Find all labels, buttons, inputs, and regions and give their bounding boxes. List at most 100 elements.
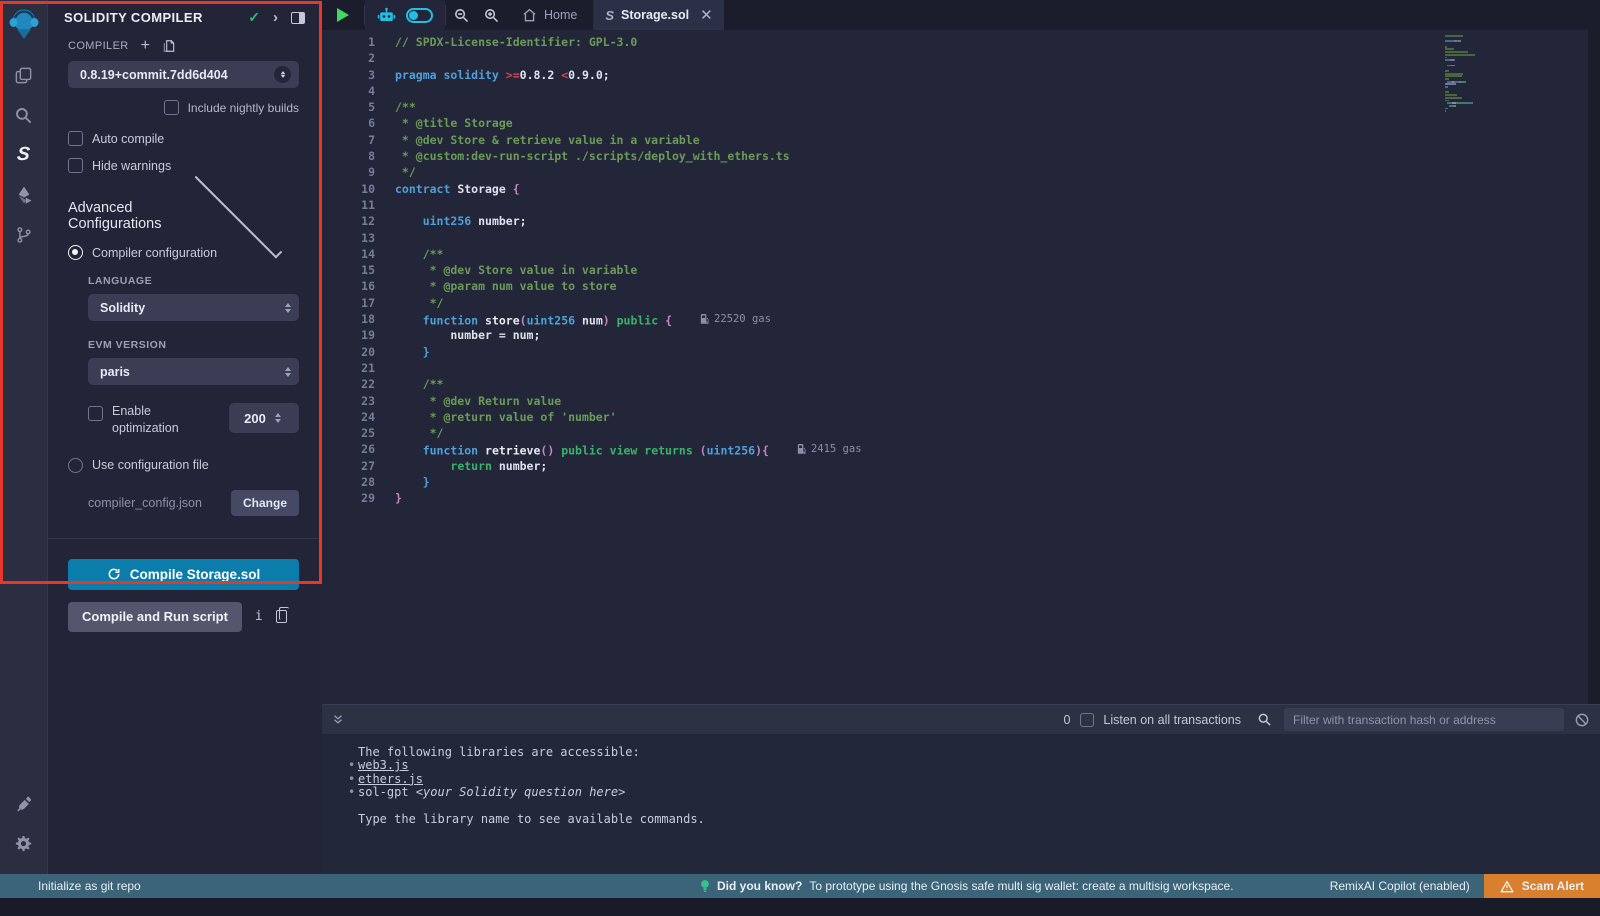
pin-panel-chevron-icon[interactable]: › bbox=[273, 10, 278, 25]
editor-scrollbar[interactable] bbox=[1588, 30, 1600, 704]
search-icon[interactable] bbox=[0, 95, 48, 135]
run-script-play-button[interactable] bbox=[322, 0, 364, 30]
code-line[interactable]: 9 */ bbox=[322, 164, 1588, 180]
terminal-link-line[interactable]: •web3.js bbox=[358, 759, 1600, 772]
copilot-status: RemixAI Copilot (enabled) bbox=[1330, 879, 1470, 893]
collapse-terminal-icon[interactable] bbox=[332, 713, 344, 726]
tab-home[interactable]: Home bbox=[506, 0, 594, 30]
code-line[interactable]: 3pragma solidity >=0.8.2 <0.9.0; bbox=[322, 67, 1588, 83]
copy-icon[interactable] bbox=[276, 610, 287, 623]
code-line[interactable]: 14 /** bbox=[322, 246, 1588, 262]
git-init-button[interactable]: Initialize as git repo bbox=[38, 879, 141, 893]
hide-warnings-checkbox[interactable] bbox=[68, 158, 83, 173]
use-configuration-file-radio[interactable] bbox=[68, 458, 83, 473]
info-icon[interactable]: i bbox=[255, 609, 263, 624]
layout-panel-icon[interactable] bbox=[291, 12, 305, 24]
code-line[interactable]: 7 * @dev Store & retrieve value in a var… bbox=[322, 132, 1588, 148]
code-line[interactable]: 10contract Storage { bbox=[322, 181, 1588, 197]
terminal-header: 0 Listen on all transactions bbox=[322, 705, 1600, 734]
copilot-robot-icon[interactable] bbox=[377, 7, 396, 24]
git-icon[interactable] bbox=[0, 215, 48, 255]
enable-optimization-label: Enable optimization bbox=[112, 403, 204, 437]
code-editor[interactable]: 1// SPDX-License-Identifier: GPL-3.023pr… bbox=[322, 30, 1588, 704]
transaction-count-badge: 0 bbox=[1063, 713, 1070, 727]
code-line[interactable]: 15 * @dev Store value in variable bbox=[322, 262, 1588, 278]
code-lines: 1// SPDX-License-Identifier: GPL-3.023pr… bbox=[322, 34, 1588, 507]
deploy-run-icon[interactable] bbox=[0, 175, 48, 215]
copilot-toggle[interactable] bbox=[406, 8, 433, 23]
code-line[interactable]: 2 bbox=[322, 50, 1588, 66]
compile-success-check-icon: ✓ bbox=[248, 9, 260, 26]
code-line[interactable]: 19 number = num; bbox=[322, 327, 1588, 343]
language-label: LANGUAGE bbox=[88, 275, 299, 287]
add-compiler-icon[interactable]: + bbox=[141, 38, 150, 54]
plugin-manager-icon[interactable] bbox=[0, 784, 48, 824]
code-line[interactable]: 27 return number; bbox=[322, 458, 1588, 474]
use-configuration-file-label: Use configuration file bbox=[92, 458, 209, 472]
panel-title: SOLIDITY COMPILER bbox=[64, 10, 248, 25]
evm-stepper-icon bbox=[285, 367, 291, 377]
settings-gear-icon[interactable] bbox=[0, 824, 48, 864]
minimap[interactable] bbox=[1445, 35, 1533, 113]
code-line[interactable]: 12 uint256 number; bbox=[322, 213, 1588, 229]
active-plugin-indicator bbox=[0, 142, 3, 168]
enable-optimization-checkbox[interactable] bbox=[88, 406, 103, 421]
open-compiler-file-icon[interactable] bbox=[162, 39, 176, 53]
zoom-in-icon[interactable] bbox=[476, 0, 506, 30]
terminal-text-line: •sol-gpt <your Solidity question here> bbox=[358, 786, 1600, 799]
remix-logo-icon[interactable] bbox=[6, 5, 42, 43]
editor-region: Home S Storage.sol ✕ 1// SPDX-License-Id… bbox=[322, 0, 1600, 704]
terminal-prompt[interactable]: > bbox=[294, 841, 1600, 855]
editor-topbar: Home S Storage.sol ✕ bbox=[322, 0, 1600, 30]
compile-and-run-button[interactable]: Compile and Run script bbox=[68, 602, 242, 632]
runs-stepper-icon[interactable] bbox=[275, 413, 281, 423]
code-line[interactable]: 23 * @dev Return value bbox=[322, 393, 1588, 409]
change-config-button[interactable]: Change bbox=[231, 490, 299, 516]
code-line[interactable]: 4 bbox=[322, 83, 1588, 99]
compile-button[interactable]: Compile Storage.sol bbox=[68, 559, 299, 590]
compiler-configuration-radio[interactable] bbox=[68, 245, 83, 260]
lightbulb-icon bbox=[700, 879, 710, 894]
code-line[interactable]: 25 */ bbox=[322, 425, 1588, 441]
code-line[interactable]: 17 */ bbox=[322, 295, 1588, 311]
solidity-compiler-icon[interactable]: S bbox=[0, 135, 48, 175]
file-explorer-icon[interactable] bbox=[0, 55, 48, 95]
optimization-runs-input[interactable] bbox=[235, 411, 275, 426]
zoom-out-icon[interactable] bbox=[446, 0, 476, 30]
transaction-filter-input[interactable] bbox=[1284, 708, 1564, 731]
code-line[interactable]: 1// SPDX-License-Identifier: GPL-3.0 bbox=[322, 34, 1588, 50]
listen-transactions-checkbox[interactable] bbox=[1080, 713, 1094, 727]
compiler-version-select[interactable]: 0.8.19+commit.7dd6d404 bbox=[68, 61, 299, 88]
language-select[interactable]: Solidity bbox=[88, 294, 299, 321]
code-line[interactable]: 29} bbox=[322, 490, 1588, 506]
auto-compile-checkbox[interactable] bbox=[68, 131, 83, 146]
code-line[interactable]: 18 function store(uint256 num) public {2… bbox=[322, 311, 1588, 327]
evm-version-select[interactable]: paris bbox=[88, 358, 299, 385]
terminal-link-line[interactable]: •ethers.js bbox=[358, 773, 1600, 786]
nightly-builds-label: Include nightly builds bbox=[188, 101, 299, 115]
code-line[interactable]: 13 bbox=[322, 230, 1588, 246]
code-line[interactable]: 24 * @return value of 'number' bbox=[322, 409, 1588, 425]
code-line[interactable]: 8 * @custom:dev-run-script ./scripts/dep… bbox=[322, 148, 1588, 164]
nightly-builds-checkbox[interactable] bbox=[164, 100, 179, 115]
terminal-text-line bbox=[358, 800, 1600, 813]
code-line[interactable]: 11 bbox=[322, 197, 1588, 213]
terminal-search-icon[interactable] bbox=[1257, 712, 1272, 727]
advanced-configurations-toggle[interactable]: Advanced Configurations bbox=[68, 200, 299, 232]
close-tab-icon[interactable]: ✕ bbox=[700, 6, 713, 24]
code-line[interactable]: 22 /** bbox=[322, 376, 1588, 392]
code-line[interactable]: 20 } bbox=[322, 344, 1588, 360]
scam-alert-badge[interactable]: Scam Alert bbox=[1484, 874, 1600, 898]
code-line[interactable]: 28 } bbox=[322, 474, 1588, 490]
evm-version-label: EVM VERSION bbox=[88, 339, 299, 351]
tab-storage-sol[interactable]: S Storage.sol ✕ bbox=[594, 0, 723, 30]
remix-ide-window: S SOLIDITY COMPILER ✓ › bbox=[0, 0, 1600, 916]
config-file-name: compiler_config.json bbox=[88, 496, 231, 510]
code-line[interactable]: 21 bbox=[322, 360, 1588, 376]
code-line[interactable]: 5/** bbox=[322, 99, 1588, 115]
code-line[interactable]: 6 * @title Storage bbox=[322, 115, 1588, 131]
clear-terminal-icon[interactable] bbox=[1574, 712, 1590, 728]
code-line[interactable]: 26 function retrieve() public view retur… bbox=[322, 441, 1588, 457]
compiler-label: COMPILER bbox=[68, 40, 129, 52]
code-line[interactable]: 16 * @param num value to store bbox=[322, 278, 1588, 294]
